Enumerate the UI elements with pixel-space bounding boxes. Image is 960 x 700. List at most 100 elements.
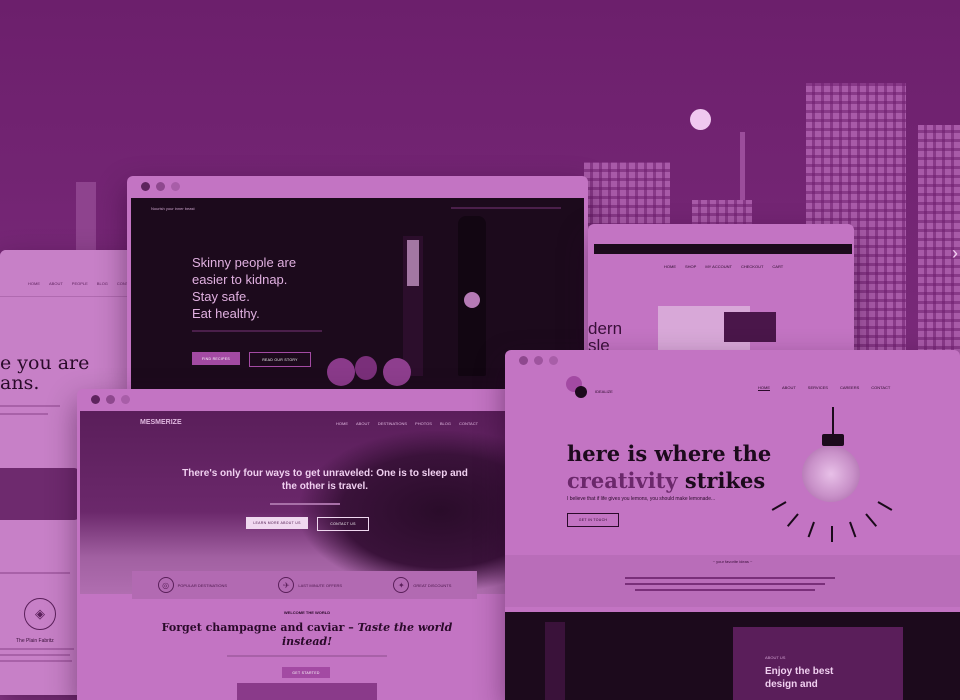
nav-blog[interactable]: BLOG: [97, 281, 108, 286]
window-minimize-dot[interactable]: [106, 394, 115, 404]
about-label: ABOUT US: [765, 655, 786, 660]
footer-image: [237, 683, 377, 700]
bulb-ray: [771, 501, 787, 511]
bulb-ray: [865, 513, 878, 527]
section-heading-italic: Taste the world: [357, 621, 453, 634]
window-maximize-dot[interactable]: [171, 181, 180, 191]
feature-item: ✦ GREAT DISCOUNTS: [393, 577, 451, 593]
feature-item: ◎ POPULAR DESTINATIONS: [157, 577, 228, 593]
window-close-dot[interactable]: [519, 355, 528, 365]
globe-icon: ◎: [157, 577, 174, 593]
headline-accent: creativity: [567, 468, 678, 493]
brand-tagline: Nourish your inner beast: [151, 206, 195, 211]
headline-line: Skinny people are: [192, 255, 297, 270]
read-story-button[interactable]: READ OUR STORY: [249, 352, 311, 367]
headline-line: Stay safe.: [192, 289, 250, 304]
nav-blog[interactable]: BLOG: [440, 421, 451, 426]
hero-text-line: ans.: [0, 372, 40, 394]
nav-photos[interactable]: PHOTOS: [415, 421, 432, 426]
nav-shop[interactable]: SHOP: [685, 264, 696, 269]
shop-website-card[interactable]: HOME SHOP MY ACCOUNT CHECKOUT CART dern …: [588, 224, 854, 354]
headline-line: Eat healthy.: [192, 306, 260, 321]
window-minimize-dot[interactable]: [534, 355, 543, 365]
window-maximize-dot[interactable]: [549, 355, 558, 365]
contact-us-button[interactable]: CONTACT US: [317, 517, 369, 531]
nav-about[interactable]: ABOUT: [782, 385, 796, 391]
bulb-ray: [831, 526, 833, 542]
building-decoration: [918, 125, 960, 355]
find-recipes-button[interactable]: FIND RECIPES: [192, 352, 240, 365]
site-logo[interactable]: MESMERIZE: [140, 419, 182, 426]
bottle-neck: [407, 240, 419, 286]
site-logo[interactable]: IDEALIZE: [595, 389, 613, 394]
section-heading-text: instead!: [281, 635, 333, 648]
nav-contact[interactable]: CONTACT: [459, 421, 478, 426]
learn-more-button[interactable]: LEARN MORE ABOUT US: [246, 517, 308, 529]
nav-checkout[interactable]: CHECKOUT: [741, 264, 763, 269]
nav-services[interactable]: SERVICES: [808, 385, 828, 391]
moon-decoration: [690, 109, 711, 130]
window-close-dot[interactable]: [91, 394, 100, 404]
diamond-icon: ◈: [24, 598, 56, 630]
travel-website-card[interactable]: MESMERIZE HOME ABOUT DESTINATIONS PHOTOS…: [77, 389, 537, 700]
quote-label: ~ your favorite ideas ~: [712, 559, 753, 564]
window-minimize-dot[interactable]: [156, 181, 165, 191]
creative-website-card[interactable]: IDEALIZE HOME ABOUT SERVICES CAREERS CON…: [505, 350, 960, 700]
nav-links[interactable]: [451, 207, 561, 209]
nav-home[interactable]: HOME: [336, 421, 348, 426]
section-heading: Forget champagne and caviar – Taste the …: [157, 621, 457, 649]
quote-section: ~ your favorite ideas ~: [505, 555, 960, 607]
dark-section: ABOUT US Enjoy the best design and: [505, 612, 960, 700]
get-in-touch-button[interactable]: GET IN TOUCH: [567, 513, 619, 527]
hero-text-line: dern: [588, 319, 623, 338]
nav-about[interactable]: ABOUT: [49, 281, 63, 286]
hero-banner: MESMERIZE HOME ABOUT DESTINATIONS PHOTOS…: [80, 411, 534, 594]
hero-subtext: I believe that if life gives you lemons,…: [567, 496, 716, 502]
light-bulb-icon: [802, 446, 860, 502]
bulb-ray: [807, 521, 815, 538]
feature-title: LAST MINUTE OFFERS: [298, 582, 343, 588]
feature-item: ✈ LAST MINUTE OFFERS: [278, 577, 342, 593]
section-heading-text: Forget champagne and caviar –: [161, 621, 354, 634]
hero-text-line: e you are: [0, 352, 90, 374]
section-label: WELCOME THE WORLD: [283, 610, 331, 615]
window-maximize-dot[interactable]: [121, 394, 130, 404]
plane-icon: ✈: [278, 577, 295, 593]
compass-icon: ✦: [393, 577, 410, 593]
nav-home[interactable]: HOME: [28, 281, 40, 286]
bottle-label: [464, 292, 480, 308]
shop-topbar: [594, 244, 852, 254]
nav-destinations[interactable]: DESTINATIONS: [378, 421, 407, 426]
bulb-ray: [786, 513, 799, 527]
feature-title: POPULAR DESTINATIONS: [177, 582, 228, 588]
nav-home[interactable]: HOME: [664, 264, 676, 269]
nav-people[interactable]: PEOPLE: [72, 281, 88, 286]
bulb-cord: [832, 407, 834, 437]
bulb-socket: [822, 434, 844, 446]
chevron-right-icon[interactable]: ›: [952, 243, 958, 264]
feature-title: GREAT DISCOUNTS: [413, 582, 452, 588]
about-heading: design and: [765, 679, 818, 690]
fruit-image: [327, 358, 355, 386]
nav-home[interactable]: HOME: [758, 385, 770, 391]
nav-cart[interactable]: CART: [772, 264, 783, 269]
palm-tree-image: [300, 431, 534, 591]
feature-title: The Plain Fabritz: [16, 638, 54, 644]
headline-line: easier to kidnap.: [192, 272, 288, 287]
about-panel: ABOUT US Enjoy the best design and: [733, 627, 903, 700]
building-decoration: [584, 162, 670, 232]
browser-titlebar: [127, 176, 588, 196]
nav-my-account[interactable]: MY ACCOUNT: [705, 264, 732, 269]
hero-headline: strikes: [684, 468, 766, 493]
hero-headline: here is where the: [567, 441, 772, 466]
product-image: [724, 312, 776, 342]
logo-mark: [575, 386, 587, 398]
window-close-dot[interactable]: [141, 181, 150, 191]
get-started-button[interactable]: GET STARTED: [282, 667, 330, 678]
features-strip: ◎ POPULAR DESTINATIONS ✈ LAST MINUTE OFF…: [132, 571, 477, 599]
nav-careers[interactable]: CAREERS: [840, 385, 859, 391]
nav-about[interactable]: ABOUT: [356, 421, 370, 426]
nav-contact[interactable]: CONTACT: [871, 385, 890, 391]
fruit-image: [355, 356, 377, 380]
fruit-image: [383, 358, 411, 386]
